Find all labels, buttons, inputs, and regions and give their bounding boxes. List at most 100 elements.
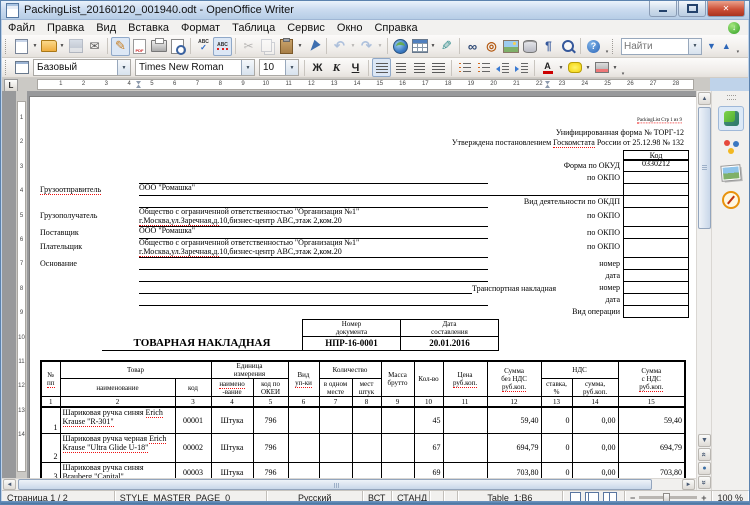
redo-dropdown[interactable]: ▼ — [376, 37, 384, 55]
zoom-in-button[interactable]: + — [701, 493, 706, 503]
single-page-view-button[interactable] — [569, 491, 581, 504]
vertical-ruler[interactable]: 1 2 3 4 5 6 7 8 9 10 11 12 13 14 — [16, 91, 27, 478]
highlight-button[interactable] — [565, 58, 584, 77]
cell-vid[interactable] — [287, 432, 320, 463]
draw-functions-button[interactable]: ✎ — [437, 37, 456, 56]
scroll-up-button[interactable]: ▲ — [698, 92, 711, 105]
header-rate[interactable]: ставка, % — [540, 378, 573, 398]
cell-qty[interactable]: 45 — [413, 406, 444, 434]
status-selection-mode[interactable]: СТАНД — [392, 491, 431, 504]
new-document-button[interactable] — [12, 37, 31, 56]
menu-item[interactable]: Вид — [90, 22, 122, 34]
menu-item[interactable]: Сервис — [281, 22, 331, 34]
gallery-button[interactable] — [501, 37, 520, 56]
find-dropdown[interactable]: ▼ — [688, 38, 701, 54]
scroll-right-button[interactable]: ► — [682, 479, 695, 490]
cell-in-one[interactable] — [318, 461, 353, 478]
header-okei[interactable]: код по ОКЕИ — [252, 378, 289, 398]
find-previous-button[interactable]: ▲ — [722, 41, 731, 51]
zoom-out-button[interactable]: − — [630, 493, 635, 503]
cell-nds[interactable]: 0,00 — [571, 406, 619, 434]
status-zoom-value[interactable]: 100 % — [712, 491, 748, 504]
cell-total[interactable]: 703,80 — [617, 461, 686, 478]
vertical-scroll-thumb[interactable] — [698, 107, 711, 229]
plugin-share-button[interactable] — [718, 133, 744, 158]
bullet-list-button[interactable] — [474, 58, 493, 77]
font-name-combo[interactable]: Times New Roman ▼ — [135, 59, 255, 76]
titlebar[interactable]: PackingList_20160120_001940.odt - OpenOf… — [1, 1, 749, 20]
header-total[interactable]: Сумма с НДС руб.коп. — [617, 360, 686, 398]
menu-item[interactable]: Таблица — [226, 22, 281, 34]
font-color-dropdown[interactable]: ▼ — [557, 59, 565, 77]
print-button[interactable] — [149, 37, 168, 56]
background-color-button[interactable] — [592, 58, 611, 77]
header-in-one[interactable]: в одном месте — [318, 378, 353, 398]
horizontal-scroll-thumb[interactable] — [18, 479, 652, 490]
cell-nds[interactable]: 0,00 — [571, 432, 619, 463]
page-preview-button[interactable] — [168, 37, 187, 56]
undo-button[interactable]: ↶ — [330, 37, 349, 56]
cell-nds[interactable]: 0,00 — [571, 461, 619, 478]
menu-item[interactable]: Файл — [2, 22, 41, 34]
align-justify-button[interactable] — [429, 58, 448, 77]
status-page[interactable]: Страница 1 / 2 — [2, 491, 115, 504]
increase-indent-button[interactable] — [512, 58, 531, 77]
cell-code[interactable]: 00003 — [174, 461, 212, 478]
header-massa[interactable]: Масса брутто — [380, 360, 415, 398]
cell-qty[interactable]: 69 — [413, 461, 444, 478]
status-language[interactable]: Русский — [267, 491, 364, 504]
doc-date-value[interactable]: 20.01.2016 — [400, 336, 499, 352]
plugin-compass-button[interactable] — [718, 187, 744, 212]
scroll-down-button[interactable]: ▼ — [698, 434, 711, 447]
plugin-cube-button[interactable] — [718, 106, 744, 131]
export-pdf-button[interactable]: PDF — [130, 37, 149, 56]
find-next-button[interactable]: ▼ — [707, 41, 716, 51]
zoom-slider-thumb[interactable] — [663, 493, 671, 502]
cell-name[interactable]: Шариковая ручка синяя Brauberg "Capital" — [59, 461, 176, 478]
header-sum[interactable]: Сумма без НДС руб.коп. — [486, 360, 542, 398]
align-left-button[interactable] — [372, 58, 391, 77]
header-code[interactable]: код — [174, 378, 212, 398]
toolbar-grip[interactable] — [612, 38, 616, 54]
cell-sum[interactable]: 703,80 — [486, 461, 542, 478]
menu-item[interactable]: Окно — [331, 22, 369, 34]
toolbar-overflow-button[interactable]: ▾ — [619, 59, 627, 77]
header-vid[interactable]: Вид уп-ки — [287, 360, 320, 398]
cell-price[interactable] — [442, 406, 488, 434]
undo-dropdown[interactable]: ▼ — [349, 37, 357, 55]
horizontal-scrollbar[interactable]: ◄ ► — [2, 478, 696, 490]
align-right-button[interactable] — [410, 58, 429, 77]
cell-price[interactable] — [442, 432, 488, 463]
formatting-marks-button[interactable]: ¶ — [539, 37, 558, 56]
hyperlink-button[interactable] — [391, 37, 410, 56]
multi-page-view-button[interactable] — [587, 491, 599, 504]
open-dropdown[interactable]: ▼ — [58, 37, 66, 55]
header-kolvo[interactable]: Кол-во — [413, 360, 444, 398]
header-unit-name[interactable]: наимено -вание — [210, 378, 254, 398]
size-combo-arrow[interactable]: ▼ — [285, 60, 298, 75]
cell-rate[interactable]: 0 — [540, 406, 573, 434]
paste-button[interactable] — [277, 37, 296, 56]
cell-okei[interactable]: 796 — [252, 461, 289, 478]
cell-n[interactable]: 2 — [40, 432, 61, 463]
status-modified[interactable] — [430, 491, 444, 504]
plugin-gallery-button[interactable] — [718, 160, 744, 185]
status-signature[interactable] — [444, 491, 458, 504]
update-available-icon[interactable]: ↓ — [728, 21, 740, 34]
basis-value[interactable] — [139, 258, 488, 270]
toolbar-grip[interactable] — [5, 60, 9, 75]
header-nds-sum[interactable]: сумма, руб.коп. — [571, 378, 619, 398]
status-page-style[interactable]: STYLE_MASTER_PAGE_0 — [115, 491, 268, 504]
shipper-value[interactable]: ООО "Ромашка" — [139, 183, 623, 196]
horizontal-ruler[interactable]: L 1 2 3 4 5 6 7 8 9 10 11 12 13 14 15 16 17 18 19 20 21 22 23 2… — [2, 78, 710, 92]
header-name[interactable]: наименование — [59, 378, 176, 398]
toolbar-grip[interactable] — [5, 38, 9, 54]
minimize-button[interactable] — [649, 1, 677, 17]
doc-number-value[interactable]: НПР-16-0001 — [302, 336, 401, 352]
background-color-dropdown[interactable]: ▼ — [611, 59, 619, 77]
cell-massa[interactable] — [380, 461, 415, 478]
cell-massa[interactable] — [380, 432, 415, 463]
okpo-box[interactable] — [623, 207, 689, 227]
maximize-button[interactable] — [678, 1, 706, 17]
menu-item[interactable]: Правка — [41, 22, 90, 34]
